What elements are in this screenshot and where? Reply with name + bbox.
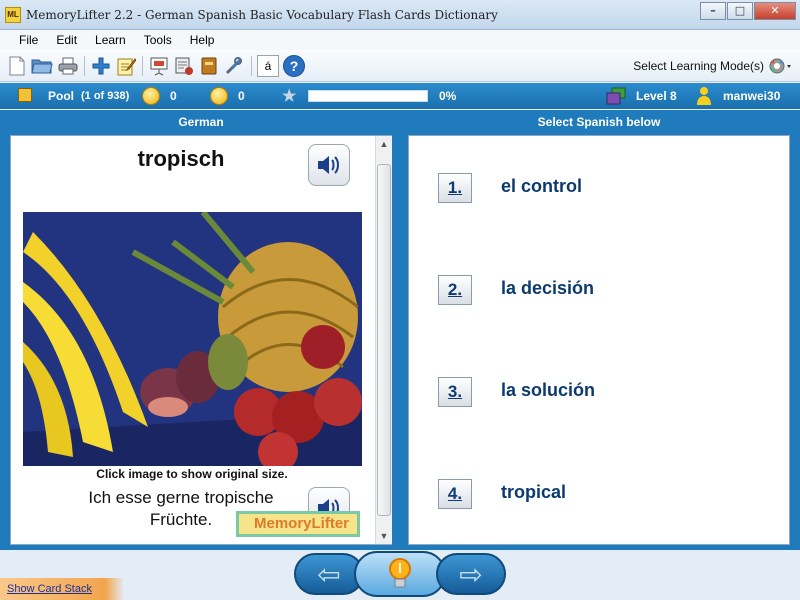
question-scrollbar[interactable]: ▲ ▼ xyxy=(375,136,392,544)
menu-edit[interactable]: Edit xyxy=(47,30,86,50)
dictionary-icon[interactable] xyxy=(198,55,220,77)
question-header: German xyxy=(10,110,392,134)
wrong-count: 0 xyxy=(238,89,245,103)
answer-text[interactable]: la solución xyxy=(501,380,595,401)
progress-bar xyxy=(308,90,428,102)
menu-bar: File Edit Learn Tools Help xyxy=(0,30,800,50)
app-icon: ML xyxy=(5,7,21,23)
print-icon[interactable] xyxy=(57,55,79,77)
status-bar: Pool (1 of 938) 0 0 ★ 0% Level 8 manwei3… xyxy=(0,83,800,109)
hint-button[interactable] xyxy=(354,551,446,597)
memorylifter-logo: MemoryLifter xyxy=(236,511,360,537)
answer-number-button[interactable]: 2. xyxy=(438,275,472,305)
add-card-icon[interactable] xyxy=(90,55,112,77)
level-text: Level 8 xyxy=(636,89,677,103)
answers-panel: 1. el control 2. la decisión 3. la soluc… xyxy=(408,135,790,545)
answer-text[interactable]: tropical xyxy=(501,482,566,503)
level-boxes-icon xyxy=(606,87,626,105)
menu-help[interactable]: Help xyxy=(181,30,224,50)
tools-icon[interactable] xyxy=(223,55,245,77)
play-word-audio-button[interactable] xyxy=(308,144,350,186)
window-title: MemoryLifter 2.2 - German Spanish Basic … xyxy=(26,8,498,22)
learning-mode-gear-icon[interactable] xyxy=(768,56,792,81)
card-settings-icon[interactable] xyxy=(173,55,195,77)
user-icon xyxy=(696,86,712,109)
pool-label: Pool xyxy=(48,89,74,103)
slideshow-icon[interactable] xyxy=(148,55,170,77)
scroll-thumb[interactable] xyxy=(377,164,391,516)
toolbar-separator xyxy=(84,56,85,76)
image-caption: Click image to show original size. xyxy=(96,467,288,481)
pool-box-icon xyxy=(18,88,32,102)
minimize-button[interactable]: – xyxy=(700,2,726,20)
edit-notepad-icon[interactable] xyxy=(115,55,137,77)
answer-text[interactable]: la decisión xyxy=(501,278,594,299)
window-controls: – □ ✕ xyxy=(699,2,796,20)
correct-count: 0 xyxy=(170,89,177,103)
toolbar: á ? Select Learning Mode(s) xyxy=(0,50,800,82)
question-panel: tropisch Click image to show original si… xyxy=(10,135,392,545)
scroll-up-arrow-icon[interactable]: ▲ xyxy=(376,136,392,152)
title-bar: ML MemoryLifter 2.2 - German Spanish Bas… xyxy=(0,0,800,30)
help-icon[interactable]: ? xyxy=(283,55,305,77)
question-image[interactable] xyxy=(23,212,362,466)
speaker-icon xyxy=(318,156,339,174)
scroll-down-arrow-icon[interactable]: ▼ xyxy=(376,528,392,544)
answer-text[interactable]: el control xyxy=(501,176,582,197)
menu-learn[interactable]: Learn xyxy=(86,30,135,50)
answer-number-button[interactable]: 1. xyxy=(438,173,472,203)
show-card-stack-link[interactable]: Show Card Stack xyxy=(0,578,124,600)
lightbulb-icon xyxy=(389,558,411,588)
next-button[interactable]: ⇨ xyxy=(436,553,506,595)
star-icon: ★ xyxy=(282,88,297,105)
menu-tools[interactable]: Tools xyxy=(135,30,181,50)
wrong-smiley-icon xyxy=(210,87,228,105)
accent-char-icon[interactable]: á xyxy=(257,55,279,77)
username: manwei30 xyxy=(723,89,781,103)
maximize-button[interactable]: □ xyxy=(727,2,753,20)
toolbar-separator xyxy=(251,56,252,76)
correct-smiley-icon xyxy=(142,87,160,105)
menu-file[interactable]: File xyxy=(10,30,47,50)
close-button[interactable]: ✕ xyxy=(754,2,796,20)
question-word: tropisch xyxy=(137,146,225,171)
learning-mode-label[interactable]: Select Learning Mode(s) xyxy=(633,59,764,73)
new-file-icon[interactable] xyxy=(6,55,28,77)
open-folder-icon[interactable] xyxy=(31,55,53,77)
pool-count: (1 of 938) xyxy=(81,90,130,102)
toolbar-separator xyxy=(142,56,143,76)
answers-header: Select Spanish below xyxy=(408,110,790,134)
progress-text: 0% xyxy=(439,89,457,103)
answer-number-button[interactable]: 3. xyxy=(438,377,472,407)
answer-number-button[interactable]: 4. xyxy=(438,479,472,509)
